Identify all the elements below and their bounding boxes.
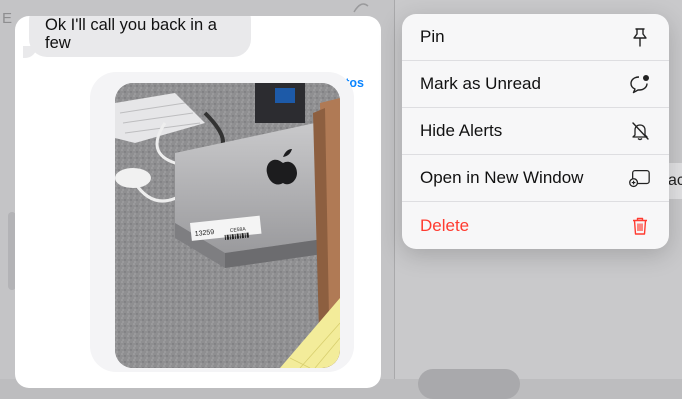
pin-icon	[629, 26, 651, 48]
menu-item-hide-alerts[interactable]: Hide Alerts	[402, 108, 669, 155]
menu-item-open-new-window[interactable]: Open in New Window	[402, 155, 669, 202]
split-divider	[394, 0, 395, 379]
menu-item-label: Mark as Unread	[420, 74, 541, 93]
background-right-text-fragment: ac	[668, 172, 682, 189]
menu-item-mark-unread[interactable]: Mark as Unread	[402, 61, 669, 108]
received-message-bubble: Ok I'll call you back in a few	[29, 16, 251, 57]
menu-item-delete[interactable]: Delete	[402, 202, 669, 249]
photo-attachment[interactable]: 13259 CE58A	[115, 83, 340, 368]
compose-icon	[353, 3, 369, 13]
menu-item-label: Pin	[420, 27, 445, 46]
photo-image: 13259 CE58A	[115, 83, 340, 368]
menu-item-label: Open in New Window	[420, 168, 584, 187]
trash-icon	[629, 215, 651, 237]
menu-item-pin[interactable]: Pin	[402, 14, 669, 61]
new-window-icon	[629, 167, 651, 189]
menu-item-label: Hide Alerts	[420, 121, 503, 140]
menu-item-label: Delete	[420, 215, 470, 235]
bell-slash-icon	[629, 120, 651, 142]
message-text: Ok I'll call you back in a few	[45, 16, 217, 52]
mark-unread-icon	[629, 73, 651, 95]
context-menu: Pin Mark as Unread Hide Alerts Open in N…	[402, 14, 669, 249]
background-bottom-pill	[418, 369, 520, 399]
background-title-fragment: E	[2, 10, 13, 27]
